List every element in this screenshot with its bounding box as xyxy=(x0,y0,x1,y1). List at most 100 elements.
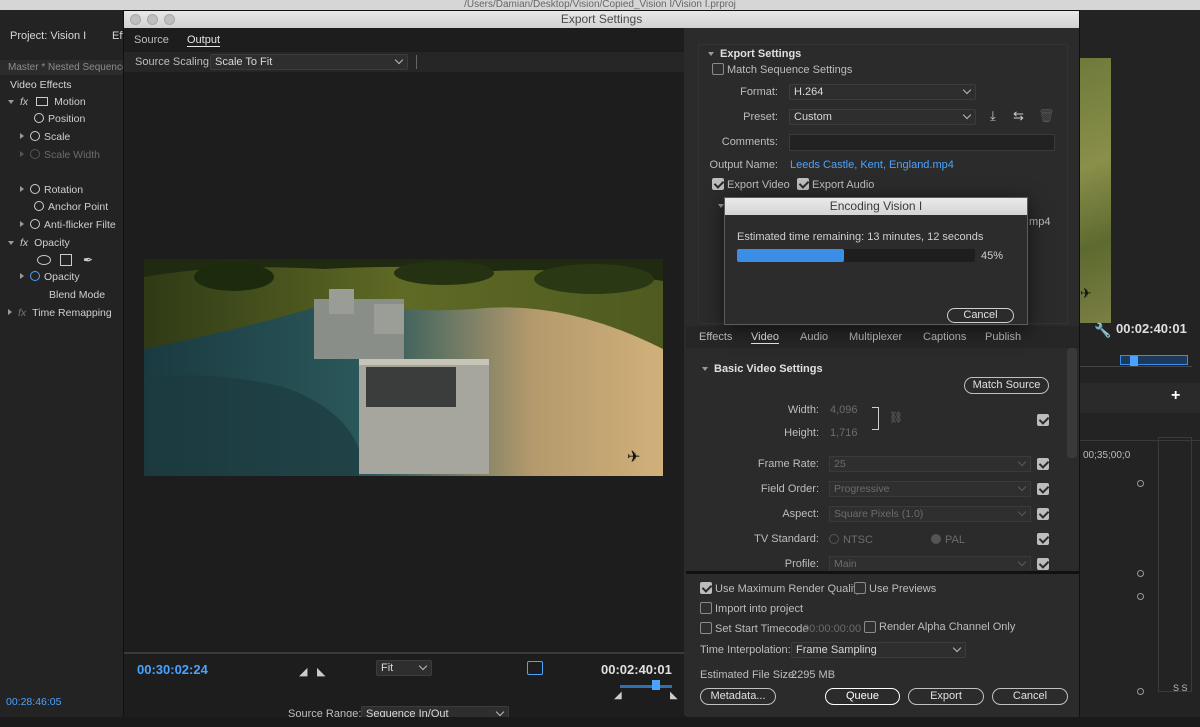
disclosure-icon[interactable] xyxy=(20,151,24,157)
fx-position[interactable]: Position xyxy=(34,111,85,128)
start-timecode-checkbox[interactable] xyxy=(700,622,712,634)
fx-opacity[interactable]: Opacity xyxy=(20,269,80,286)
height-value[interactable]: 1,716 xyxy=(830,427,858,439)
fx-scale-width[interactable]: Scale Width xyxy=(20,147,100,164)
fx-rotation[interactable]: Rotation xyxy=(20,182,83,199)
tab-audio[interactable]: Audio xyxy=(800,331,828,343)
max-render-checkbox[interactable] xyxy=(700,582,712,594)
link-dimensions-icon[interactable]: ⛓ xyxy=(889,411,903,424)
wrench-icon[interactable]: 🔧 xyxy=(1094,322,1111,339)
basic-video-heading[interactable]: Basic Video Settings xyxy=(702,363,823,375)
field-order-select[interactable]: Progressive xyxy=(829,481,1031,497)
width-value[interactable]: 4,096 xyxy=(830,404,858,416)
current-time[interactable]: 00:30:02:24 xyxy=(137,662,208,677)
fx-anti-flicker[interactable]: Anti-flicker Filte xyxy=(20,217,116,234)
track-knob[interactable] xyxy=(1137,593,1144,600)
tab-output[interactable]: Output xyxy=(187,34,221,47)
frame-rate-select[interactable]: 25 xyxy=(829,456,1031,472)
preset-select[interactable]: Custom xyxy=(789,109,976,125)
out-marker-icon[interactable]: ◣ xyxy=(670,690,678,701)
effect-controls-timecode[interactable]: 00:28:46:05 xyxy=(6,696,61,708)
tab-multiplexer[interactable]: Multiplexer xyxy=(849,331,902,343)
export-video-checkbox[interactable] xyxy=(712,178,724,190)
use-previews-checkbox[interactable] xyxy=(854,582,866,594)
track-knob[interactable] xyxy=(1137,688,1144,695)
track-knob[interactable] xyxy=(1137,480,1144,487)
format-select[interactable]: H.264 xyxy=(789,84,976,100)
zoom-fit-select[interactable]: Fit xyxy=(376,660,432,676)
pal-radio[interactable] xyxy=(931,534,941,544)
queue-button[interactable]: Queue xyxy=(825,688,900,705)
fx-scale[interactable]: Scale xyxy=(20,129,70,146)
profile-select[interactable]: Main xyxy=(829,556,1031,572)
add-icon[interactable]: + xyxy=(1171,387,1180,405)
disclosure-icon[interactable] xyxy=(8,100,14,104)
export-settings-heading[interactable]: Export Settings xyxy=(708,48,801,60)
stopwatch-icon[interactable] xyxy=(34,113,44,123)
fx-motion[interactable]: fx Motion xyxy=(8,94,86,111)
disclosure-icon[interactable] xyxy=(702,367,708,371)
solo-labels[interactable]: S S xyxy=(1173,683,1188,693)
program-timecode[interactable]: 00:02:40:01 xyxy=(1116,321,1187,336)
in-marker-icon[interactable]: ◢ xyxy=(614,690,622,701)
stopwatch-icon[interactable] xyxy=(34,201,44,211)
output-name-link[interactable]: Leeds Castle, Kent, England.mp4 xyxy=(790,159,954,171)
stopwatch-icon[interactable] xyxy=(30,219,40,229)
frame-rate-checkbox[interactable] xyxy=(1037,458,1049,470)
fx-time-remapping[interactable]: fx Time Remapping xyxy=(8,305,112,322)
tab-publish[interactable]: Publish xyxy=(985,331,1021,343)
time-interpolation-select[interactable]: Frame Sampling xyxy=(791,642,966,658)
export-audio-checkbox[interactable] xyxy=(797,178,809,190)
match-sequence-checkbox[interactable] xyxy=(712,63,724,75)
aspect-ratio-icon[interactable] xyxy=(527,661,543,675)
stopwatch-icon[interactable] xyxy=(30,131,40,141)
export-button[interactable]: Export xyxy=(908,688,984,705)
tab-effects[interactable]: Effects xyxy=(699,331,732,343)
source-scaling-select[interactable]: Scale To Fit xyxy=(210,54,408,70)
project-tab[interactable]: Project: Vision I xyxy=(10,30,86,42)
set-out-point-icon[interactable]: ◣ xyxy=(317,665,325,678)
stopwatch-icon[interactable] xyxy=(30,184,40,194)
save-preset-icon[interactable]: ⤓ xyxy=(990,108,996,124)
metadata-button[interactable]: Metadata... xyxy=(700,688,776,705)
delete-preset-icon[interactable]: 🗑 xyxy=(1038,108,1055,124)
disclosure-icon[interactable] xyxy=(20,273,24,279)
ellipse-mask-icon[interactable] xyxy=(37,255,51,265)
stopwatch-icon[interactable] xyxy=(30,149,40,159)
disclosure-icon[interactable] xyxy=(20,186,24,192)
ntsc-radio[interactable] xyxy=(829,534,839,544)
disclosure-icon[interactable] xyxy=(708,52,714,56)
tab-captions[interactable]: Captions xyxy=(923,331,966,343)
disclosure-icon[interactable] xyxy=(8,241,14,245)
disclosure-icon[interactable] xyxy=(20,133,24,139)
tab-source[interactable]: Source xyxy=(134,34,169,46)
rectangle-mask-icon[interactable] xyxy=(60,254,72,266)
zoom-window-icon[interactable] xyxy=(164,14,175,25)
encoding-cancel-button[interactable]: Cancel xyxy=(947,308,1014,323)
minimize-window-icon[interactable] xyxy=(147,14,158,25)
settings-scrollbar[interactable] xyxy=(1067,348,1077,458)
import-preset-icon[interactable]: ⇆ xyxy=(1013,108,1024,124)
render-alpha-checkbox[interactable] xyxy=(864,621,876,633)
track-knob[interactable] xyxy=(1137,570,1144,577)
tv-standard-checkbox[interactable] xyxy=(1037,533,1049,545)
profile-checkbox[interactable] xyxy=(1037,558,1049,570)
fx-anchor-point[interactable]: Anchor Point xyxy=(34,199,108,216)
import-project-checkbox[interactable] xyxy=(700,602,712,614)
fx-opacity-group[interactable]: fx Opacity xyxy=(8,235,70,252)
stopwatch-icon[interactable] xyxy=(30,271,40,281)
set-in-point-icon[interactable]: ◢ xyxy=(299,665,307,678)
disclosure-icon[interactable] xyxy=(8,309,12,315)
pen-mask-icon[interactable]: ✒ xyxy=(83,253,93,267)
match-source-button[interactable]: Match Source xyxy=(964,377,1049,394)
disclosure-icon[interactable] xyxy=(20,221,24,227)
fx-blend-mode[interactable]: Blend Mode xyxy=(49,287,105,304)
tab-video[interactable]: Video xyxy=(751,331,779,344)
cancel-button[interactable]: Cancel xyxy=(992,688,1068,705)
width-height-checkbox[interactable] xyxy=(1037,414,1049,426)
range-bar[interactable] xyxy=(620,685,672,688)
comments-input[interactable] xyxy=(789,134,1055,151)
field-order-checkbox[interactable] xyxy=(1037,483,1049,495)
aspect-checkbox[interactable] xyxy=(1037,508,1049,520)
aspect-select[interactable]: Square Pixels (1.0) xyxy=(829,506,1031,522)
